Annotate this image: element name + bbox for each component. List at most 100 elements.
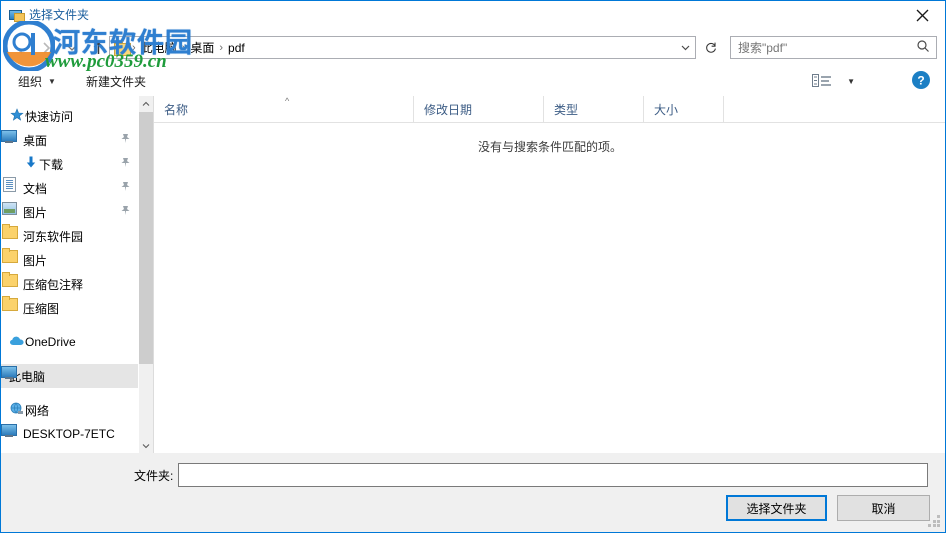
column-header-date[interactable]: 修改日期 <box>414 96 544 122</box>
sidebar-group-quick-access[interactable]: 快速访问 <box>1 104 139 128</box>
column-header-name[interactable]: 名称 ^ <box>154 96 414 122</box>
sidebar-item-desktop-7etc[interactable]: DESKTOP-7ETC <box>1 422 139 446</box>
title-bar: 选择文件夹 <box>1 1 945 31</box>
navigation-scrollbar[interactable] <box>138 96 153 453</box>
view-options-group[interactable]: ▼ <box>812 70 855 92</box>
pin-icon[interactable] <box>120 133 131 147</box>
sidebar-item-network[interactable]: 网络 <box>1 398 139 422</box>
scroll-thumb[interactable] <box>139 112 153 364</box>
chevron-down-icon <box>67 45 77 51</box>
sidebar-item-thumbnail[interactable]: 压缩图 <box>1 296 139 320</box>
sidebar-item-documents[interactable]: 文档 <box>1 176 139 200</box>
sidebar-label-thumbnail: 压缩图 <box>23 301 60 316</box>
help-button[interactable]: ? <box>911 70 931 90</box>
recent-locations-button[interactable] <box>59 35 85 61</box>
search-box[interactable]: 搜索"pdf" <box>730 36 937 59</box>
forward-button[interactable] <box>33 35 59 61</box>
help-icon: ? <box>912 71 930 89</box>
address-dropdown-button[interactable] <box>675 37 695 58</box>
cancel-button[interactable]: 取消 <box>837 495 930 521</box>
folder-icon <box>114 40 131 56</box>
chevron-up-icon <box>142 101 150 106</box>
close-button[interactable] <box>899 1 945 30</box>
download-icon <box>23 155 39 174</box>
scroll-down-button[interactable] <box>139 438 153 453</box>
scroll-up-button[interactable] <box>139 96 153 111</box>
sidebar-item-this-pc[interactable]: 此电脑 <box>1 364 139 388</box>
sidebar-label-archive-comment: 压缩包注释 <box>23 277 84 292</box>
column-header-type[interactable]: 类型 <box>544 96 644 122</box>
empty-list-message: 没有与搜索条件匹配的项。 <box>477 140 622 154</box>
dialog-content: 快速访问 桌面 下载 文档 图片 河东软件园 图片 压缩包注释 压缩图 OneD… <box>1 96 945 453</box>
sort-ascending-icon: ^ <box>285 96 290 106</box>
sidebar-item-onedrive[interactable]: OneDrive <box>1 330 139 354</box>
column-header-spacer <box>724 96 945 122</box>
address-bar-row: › 此电脑 › 桌面 › pdf 搜索"pdf" <box>1 31 945 65</box>
close-icon <box>916 9 928 22</box>
back-button[interactable] <box>7 35 33 61</box>
sidebar-label-hedong: 河东软件园 <box>23 229 84 244</box>
search-icon <box>916 39 930 56</box>
refresh-button[interactable] <box>699 36 723 59</box>
back-arrow-icon <box>15 42 23 54</box>
star-icon <box>9 107 25 126</box>
sidebar-label-quick-access: 快速访问 <box>25 109 74 124</box>
change-view-icon[interactable] <box>812 73 832 89</box>
new-folder-label: 新建文件夹 <box>86 74 147 89</box>
forward-arrow-icon <box>43 42 51 54</box>
breadcrumb-item-1[interactable]: 桌面 <box>186 39 218 56</box>
sidebar-item-hedong[interactable]: 河东软件园 <box>1 224 139 248</box>
command-bar: 组织 ▼ 新建文件夹 ▼ ? <box>1 65 945 97</box>
sidebar-item-archive-comment[interactable]: 压缩包注释 <box>1 272 139 296</box>
pin-icon[interactable] <box>120 205 131 219</box>
folder-dialog-icon <box>8 7 25 23</box>
sidebar-label-desktop-7etc: DESKTOP-7ETC <box>23 427 115 441</box>
svg-text:?: ? <box>917 74 924 88</box>
network-icon <box>9 401 25 420</box>
sidebar-label-onedrive: OneDrive <box>25 335 76 349</box>
folder-field-label: 文件夹: <box>134 469 174 483</box>
select-folder-dialog: 选择文件夹 › 此电脑 › 桌面 › pdf 搜索"pdf" 组织 ▼ 新建文件… <box>0 0 946 533</box>
navigation-pane: 快速访问 桌面 下载 文档 图片 河东软件园 图片 压缩包注释 压缩图 OneD… <box>1 96 153 453</box>
pin-icon[interactable] <box>120 157 131 171</box>
column-label-size: 大小 <box>654 102 679 117</box>
sidebar-item-pictures[interactable]: 图片 <box>1 200 139 224</box>
chevron-down-icon <box>142 443 150 448</box>
sidebar-item-downloads[interactable]: 下载 <box>1 152 139 176</box>
navigation-tree: 快速访问 桌面 下载 文档 图片 河东软件园 图片 压缩包注释 压缩图 OneD… <box>1 104 139 446</box>
up-one-level-button[interactable] <box>85 35 111 61</box>
sidebar-item-pictures-folder[interactable]: 图片 <box>1 248 139 272</box>
column-label-name: 名称 <box>164 102 189 117</box>
sidebar-label-network: 网络 <box>25 403 50 418</box>
column-label-date: 修改日期 <box>424 102 473 117</box>
up-arrow-icon <box>93 41 103 54</box>
organize-button[interactable]: 组织 ▼ <box>13 70 61 92</box>
chevron-down-icon <box>681 45 689 51</box>
organize-label: 组织 <box>18 74 43 89</box>
breadcrumb-item-2[interactable]: pdf <box>224 41 249 55</box>
select-folder-button[interactable]: 选择文件夹 <box>726 495 827 521</box>
address-bar[interactable]: › 此电脑 › 桌面 › pdf <box>109 36 696 59</box>
chevron-down-icon: ▼ <box>48 76 56 86</box>
sidebar-label-downloads: 下载 <box>39 157 64 172</box>
new-folder-button[interactable]: 新建文件夹 <box>81 70 151 92</box>
column-header-size[interactable]: 大小 <box>644 96 724 122</box>
search-input[interactable]: 搜索"pdf" <box>738 39 916 56</box>
column-headers: 名称 ^ 修改日期 类型 大小 <box>154 96 945 123</box>
window-title: 选择文件夹 <box>29 8 90 22</box>
select-folder-label: 选择文件夹 <box>746 501 807 516</box>
breadcrumb-item-0[interactable]: 此电脑 <box>137 39 181 56</box>
folder-name-input[interactable] <box>178 463 928 487</box>
file-list-pane: 名称 ^ 修改日期 类型 大小 没有与搜索条件匹配的项。 <box>153 96 945 453</box>
refresh-icon <box>706 42 716 53</box>
sidebar-item-desktop[interactable]: 桌面 <box>1 128 139 152</box>
cancel-label: 取消 <box>871 501 896 516</box>
sidebar-label-pictures-folder: 图片 <box>23 253 48 268</box>
column-label-type: 类型 <box>554 102 579 117</box>
view-dropdown-caret[interactable]: ▼ <box>847 77 855 86</box>
cloud-icon <box>9 333 25 352</box>
pin-icon[interactable] <box>120 181 131 195</box>
